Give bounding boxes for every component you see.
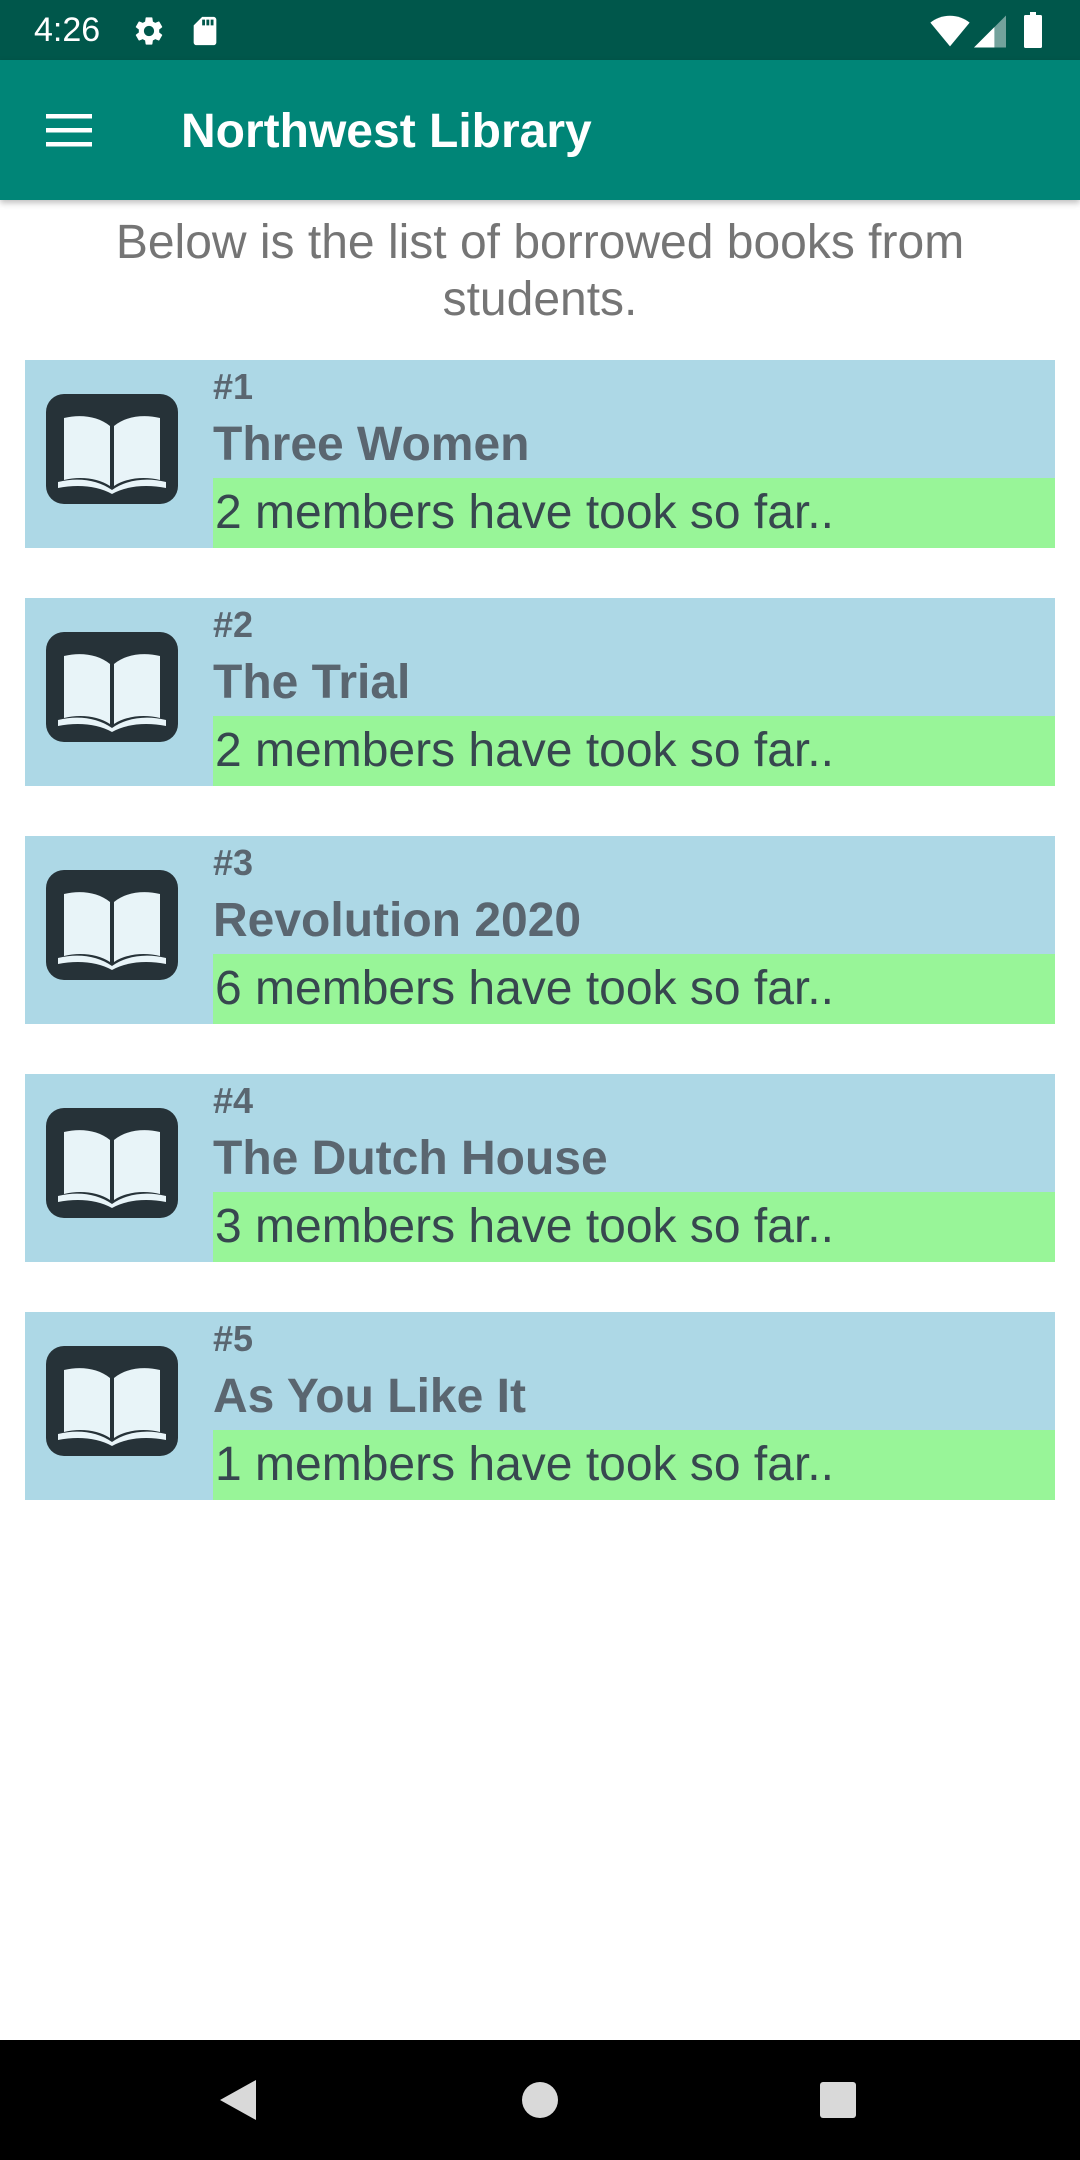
battery-icon xyxy=(1024,12,1042,53)
book-title: The Trial xyxy=(213,656,411,709)
open-book-icon xyxy=(46,394,178,504)
cell-signal-icon xyxy=(974,12,1006,53)
app-bar: Northwest Library xyxy=(0,60,1080,200)
book-list-item[interactable]: #2 The Trial 2 members have took so far.… xyxy=(25,598,1055,786)
book-members-count: 2 members have took so far.. xyxy=(213,478,1055,548)
book-members-count: 1 members have took so far.. xyxy=(213,1430,1055,1500)
book-number: #2 xyxy=(213,604,254,645)
book-title: The Dutch House xyxy=(213,1132,608,1185)
book-list-item[interactable]: #4 The Dutch House 3 members have took s… xyxy=(25,1074,1055,1262)
home-button[interactable] xyxy=(510,2070,570,2130)
hamburger-menu-icon xyxy=(46,114,92,147)
book-title: Revolution 2020 xyxy=(213,894,582,947)
book-number: #3 xyxy=(213,842,254,883)
book-list: #1 Three Women 2 members have took so fa… xyxy=(25,360,1055,1550)
book-members-count: 2 members have took so far.. xyxy=(213,716,1055,786)
intro-text: Below is the list of borrowed books from… xyxy=(115,216,965,326)
book-list-item[interactable]: #1 Three Women 2 members have took so fa… xyxy=(25,360,1055,548)
home-icon xyxy=(522,2082,558,2118)
status-time: 4:26 xyxy=(34,11,101,49)
settings-icon xyxy=(132,14,166,48)
recents-icon xyxy=(820,2082,856,2118)
back-icon xyxy=(220,2080,256,2120)
book-number: #4 xyxy=(213,1080,254,1121)
book-list-item[interactable]: #3 Revolution 2020 6 members have took s… xyxy=(25,836,1055,1024)
book-list-item[interactable]: #5 As You Like It 1 members have took so… xyxy=(25,1312,1055,1500)
book-number: #5 xyxy=(213,1318,254,1359)
open-book-icon xyxy=(46,1108,178,1218)
back-button[interactable] xyxy=(208,2070,268,2130)
book-title: Three Women xyxy=(213,418,530,471)
recents-button[interactable] xyxy=(808,2070,868,2130)
navigation-bar xyxy=(0,2040,1080,2160)
open-book-icon xyxy=(46,870,178,980)
book-title: As You Like It xyxy=(213,1370,526,1423)
wifi-icon xyxy=(930,12,970,53)
app-title: Northwest Library xyxy=(181,105,592,158)
sd-card-icon xyxy=(188,14,222,48)
book-members-count: 3 members have took so far.. xyxy=(213,1192,1055,1262)
menu-button[interactable] xyxy=(24,96,116,164)
status-bar: 4:26 xyxy=(0,0,1080,60)
open-book-icon xyxy=(46,1346,178,1456)
book-number: #1 xyxy=(213,366,254,407)
book-members-count: 6 members have took so far.. xyxy=(213,954,1055,1024)
open-book-icon xyxy=(46,632,178,742)
